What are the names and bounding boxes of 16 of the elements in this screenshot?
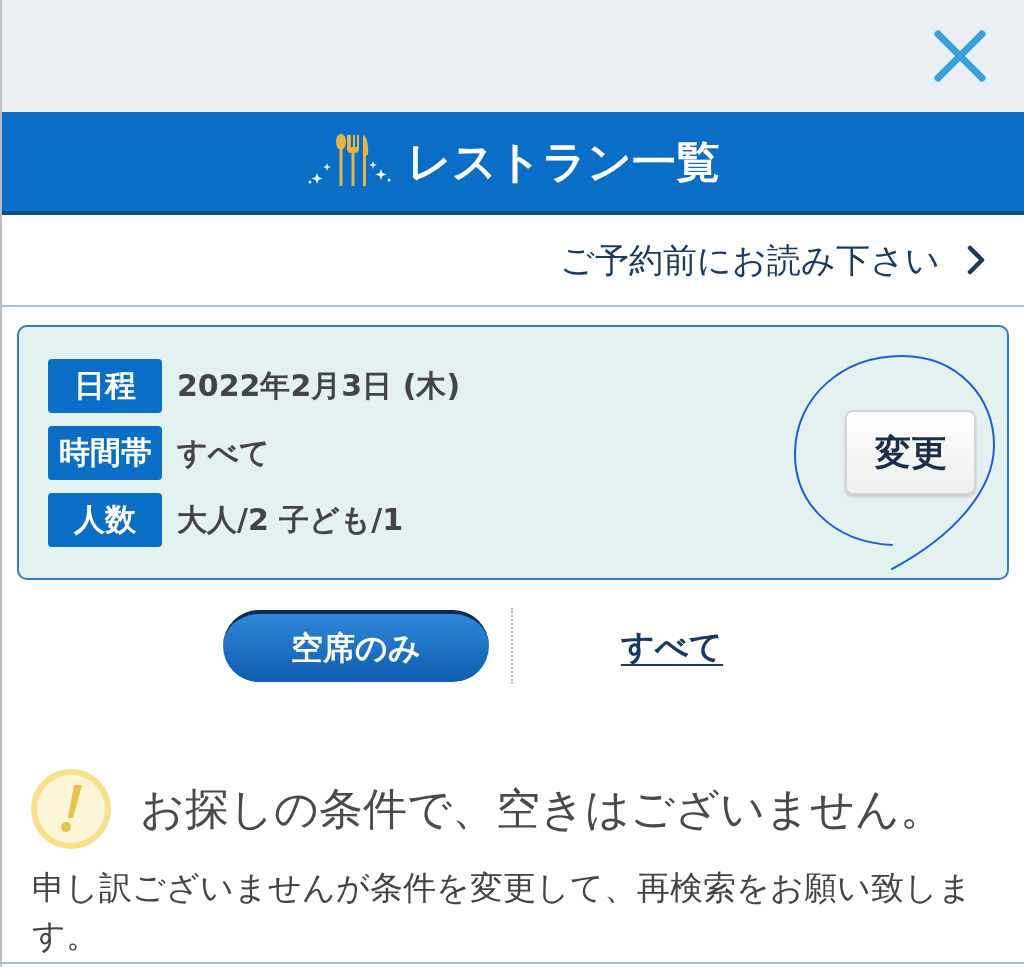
condition-label: 日程 (48, 358, 162, 413)
close-icon[interactable] (934, 30, 986, 82)
warning-icon (30, 768, 112, 850)
condition-value: すべて (177, 437, 270, 468)
page-title: レストラン一覧 (406, 139, 720, 184)
filter-tab[interactable]: すべて (621, 629, 723, 663)
change-button[interactable]: 変更 (845, 410, 976, 495)
result-heading: お探しの条件で、空きはございません。 (140, 787, 944, 831)
condition-value: 大人/2 子ども/1 (177, 504, 404, 535)
condition-value: 2022年2月3日 (木) (177, 370, 461, 401)
condition-label: 時間帯 (48, 425, 162, 480)
chevron-right-icon (966, 244, 986, 276)
result-message: 申し訳ございませんが条件を変更して、再検索をお願い致します。 (32, 868, 973, 957)
condition-label: 人数 (48, 492, 162, 547)
notice-link[interactable]: ご予約前にお読み下さい (560, 243, 986, 277)
filter-tab[interactable]: 空席のみ (223, 610, 489, 682)
